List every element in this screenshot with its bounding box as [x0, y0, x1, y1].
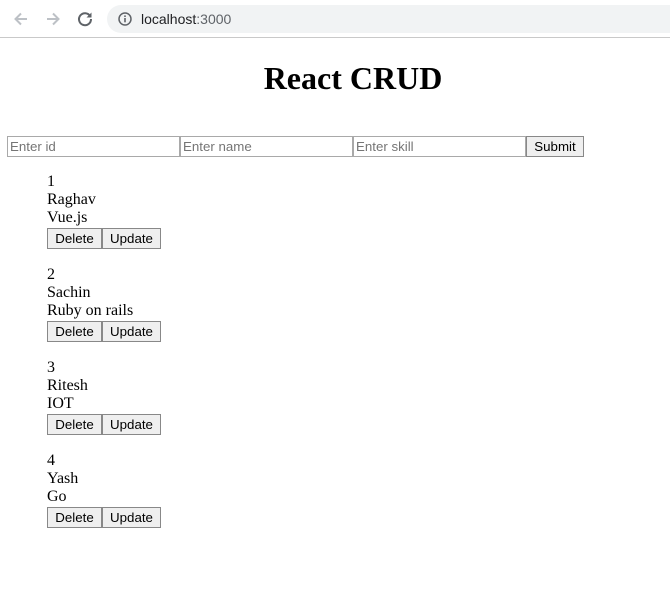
- update-button[interactable]: Update: [102, 414, 161, 435]
- delete-button[interactable]: Delete: [47, 321, 102, 342]
- record-id: 1: [47, 173, 55, 190]
- delete-button[interactable]: Delete: [47, 507, 102, 528]
- delete-button[interactable]: Delete: [47, 414, 102, 435]
- back-arrow-icon[interactable]: [11, 9, 31, 29]
- record-actions: Delete Update: [47, 228, 161, 249]
- submit-button[interactable]: Submit: [526, 136, 584, 157]
- record-id: 2: [47, 266, 55, 283]
- page-title: React CRUD: [263, 60, 443, 96]
- record-name: Sachin: [47, 284, 91, 301]
- skill-input[interactable]: [353, 136, 526, 157]
- record-actions: Delete Update: [47, 321, 161, 342]
- url-text: localhost:3000: [141, 11, 231, 27]
- record-skill: IOT: [47, 395, 74, 412]
- id-input[interactable]: [7, 136, 180, 157]
- record-item: 2 Sachin Ruby on rails Delete Update: [47, 266, 161, 342]
- browser-toolbar: localhost:3000: [0, 0, 670, 38]
- url-port: :3000: [196, 11, 232, 27]
- update-button[interactable]: Update: [102, 507, 161, 528]
- record-id: 3: [47, 359, 55, 376]
- url-host: localhost: [141, 11, 197, 27]
- record-skill: Ruby on rails: [47, 302, 134, 319]
- update-button[interactable]: Update: [102, 321, 161, 342]
- record-actions: Delete Update: [47, 507, 161, 528]
- record-skill: Go: [47, 488, 67, 505]
- record-name: Yash: [47, 470, 79, 487]
- record-item: 4 Yash Go Delete Update: [47, 452, 161, 528]
- address-bar[interactable]: localhost:3000: [107, 5, 670, 33]
- record-id: 4: [47, 452, 55, 469]
- record-item: 3 Ritesh IOT Delete Update: [47, 359, 161, 435]
- forward-arrow-icon[interactable]: [43, 9, 63, 29]
- update-button[interactable]: Update: [102, 228, 161, 249]
- record-name: Raghav: [47, 191, 96, 208]
- reload-icon[interactable]: [75, 9, 95, 29]
- record-name: Ritesh: [47, 377, 88, 394]
- record-item: 1 Raghav Vue.js Delete Update: [47, 173, 161, 249]
- info-icon[interactable]: [118, 12, 132, 31]
- record-actions: Delete Update: [47, 414, 161, 435]
- record-skill: Vue.js: [47, 209, 88, 226]
- delete-button[interactable]: Delete: [47, 228, 102, 249]
- name-input[interactable]: [180, 136, 353, 157]
